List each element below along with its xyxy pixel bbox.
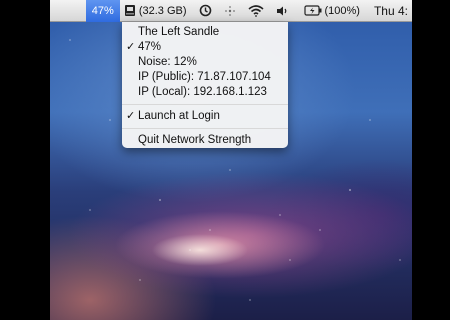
- menu-item-label: Noise: 12%: [138, 56, 197, 68]
- menu-item-signal-strength[interactable]: ✓ 47%: [122, 40, 288, 55]
- menu-item-quit[interactable]: Quit Network Strength: [122, 133, 288, 148]
- menu-item-noise[interactable]: Noise: 12%: [122, 55, 288, 70]
- menu-item-label: IP (Public): 71.87.107.104: [138, 71, 271, 83]
- volume-icon: [276, 5, 290, 17]
- menu-item-label: Quit Network Strength: [138, 134, 252, 146]
- menu-item-public-ip[interactable]: IP (Public): 71.87.107.104: [122, 70, 288, 85]
- network-strength-dropdown-menu: The Left Sandle ✓ 47% Noise: 12% IP (Pub…: [122, 22, 288, 148]
- battery-icon: [303, 5, 322, 16]
- clock-text: Thu 4:: [373, 3, 408, 18]
- checkmark-icon: ✓: [126, 41, 136, 53]
- disk-icon: [124, 4, 136, 17]
- network-strength-value: 47%: [91, 4, 114, 17]
- checkmark-icon: ✓: [126, 110, 136, 122]
- time-machine-menu-extra[interactable]: [195, 0, 216, 22]
- wifi-menu-extra[interactable]: [244, 0, 268, 22]
- wifi-icon: [247, 4, 264, 17]
- menu-separator: [122, 104, 288, 105]
- battery-menu-extra[interactable]: (100%): [300, 0, 364, 22]
- bluetooth-menu-extra[interactable]: [220, 0, 240, 22]
- desktop: 47% (32.3 GB) (100%) Thu 4: The Left San…: [50, 0, 412, 320]
- time-machine-icon: [199, 4, 212, 17]
- volume-menu-extra[interactable]: [272, 0, 294, 22]
- menu-item-label: IP (Local): 192.168.1.123: [138, 86, 267, 98]
- disk-space-menu-extra[interactable]: (32.3 GB): [120, 0, 191, 22]
- clock-menu-extra[interactable]: Thu 4:: [370, 0, 412, 22]
- menu-bar: 47% (32.3 GB) (100%) Thu 4:: [50, 0, 412, 22]
- menu-item-label: 47%: [138, 41, 162, 53]
- menu-item-launch-at-login[interactable]: ✓ Launch at Login: [122, 109, 288, 124]
- battery-percentage: (100%): [324, 4, 360, 17]
- bluetooth-icon: [224, 5, 236, 17]
- disk-space-value: (32.3 GB): [138, 4, 187, 17]
- menu-separator: [122, 128, 288, 129]
- network-strength-menu-extra[interactable]: 47%: [85, 0, 120, 22]
- menu-item-local-ip[interactable]: IP (Local): 192.168.1.123: [122, 85, 288, 100]
- menu-item-network-name[interactable]: The Left Sandle: [122, 25, 288, 40]
- menu-item-label: Launch at Login: [138, 110, 220, 122]
- menu-item-label: The Left Sandle: [138, 26, 220, 38]
